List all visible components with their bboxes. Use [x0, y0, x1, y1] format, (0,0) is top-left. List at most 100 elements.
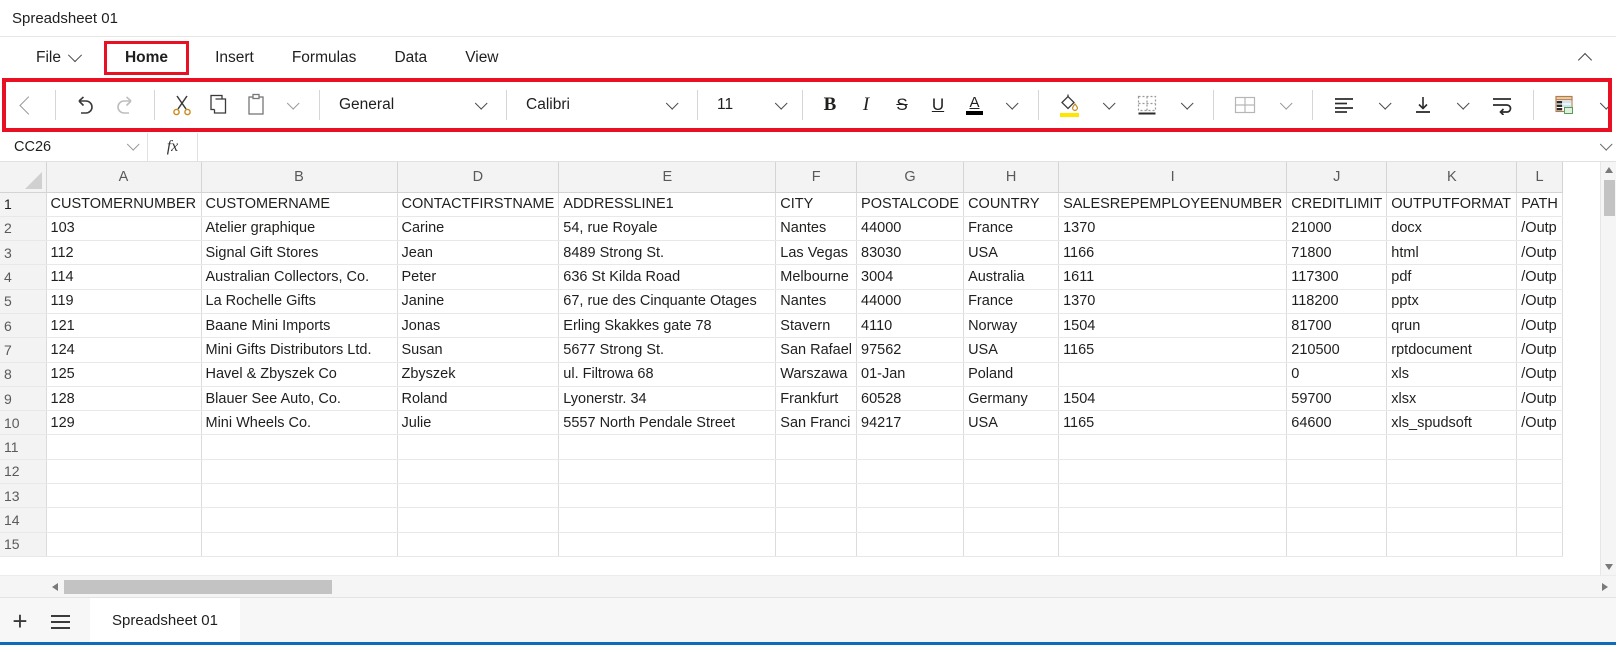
grid-cell[interactable]: /Outp	[1516, 240, 1563, 266]
grid-cell[interactable]	[1516, 483, 1563, 509]
grid-cell[interactable]: Frankfurt	[775, 386, 858, 412]
grid-cell[interactable]	[1516, 434, 1563, 460]
column-header-l[interactable]: L	[1516, 162, 1563, 193]
grid-cell[interactable]	[856, 459, 965, 485]
select-all-corner[interactable]	[0, 162, 47, 193]
underline-button[interactable]: U	[920, 85, 956, 125]
grid-cell[interactable]: Roland	[397, 386, 560, 412]
vertical-scrollbar[interactable]	[1600, 162, 1616, 575]
horizontal-scrollbar-thumb[interactable]	[64, 579, 332, 594]
grid-cell[interactable]: 54, rue Royale	[558, 216, 777, 242]
grid-cell[interactable]: Blauer See Auto, Co.	[201, 386, 398, 412]
column-header-k[interactable]: K	[1386, 162, 1518, 193]
grid-cell[interactable]: 01-Jan	[856, 362, 965, 387]
grid-cell[interactable]	[1386, 532, 1518, 557]
grid-cell[interactable]	[1286, 434, 1388, 460]
chevron-up-icon[interactable]	[1577, 51, 1594, 67]
grid-cell[interactable]	[963, 532, 1060, 557]
grid-cell[interactable]: docx	[1386, 216, 1518, 242]
grid-cell[interactable]: /Outp	[1516, 313, 1563, 339]
column-header-f[interactable]: F	[775, 162, 858, 193]
grid-cell[interactable]: Havel & Zbyszek Co	[201, 362, 398, 387]
grid-cell[interactable]: Erling Skakkes gate 78	[558, 313, 777, 339]
grid-cell[interactable]: Baane Mini Imports	[201, 313, 398, 339]
grid-cell[interactable]	[1058, 532, 1288, 557]
merge-cells-button[interactable]	[1223, 85, 1267, 125]
grid-cell[interactable]: Melbourne	[775, 264, 858, 290]
borders-button[interactable]	[1126, 85, 1168, 125]
fill-color-button[interactable]	[1048, 85, 1090, 125]
grid-cell[interactable]: Germany	[963, 386, 1060, 412]
column-header-g[interactable]: G	[856, 162, 965, 193]
grid-cell[interactable]	[775, 507, 858, 533]
grid-cell[interactable]: San Franci	[775, 410, 858, 436]
row-header[interactable]: 10	[0, 410, 47, 436]
grid-cell[interactable]: 112	[46, 240, 202, 266]
grid-cell[interactable]	[1058, 507, 1288, 533]
grid-cell[interactable]	[775, 459, 858, 485]
grid-cell[interactable]	[46, 507, 202, 533]
grid-cell[interactable]: /Outp	[1516, 410, 1563, 436]
grid-cell[interactable]: 103	[46, 216, 202, 242]
grid-cell[interactable]: 5677 Strong St.	[558, 337, 777, 363]
grid-cell[interactable]: rptdocument	[1386, 337, 1518, 363]
grid-cell[interactable]: Nantes	[775, 216, 858, 242]
grid-cell[interactable]	[963, 434, 1060, 460]
grid-cell[interactable]: 1611	[1058, 264, 1288, 290]
row-header[interactable]: 12	[0, 459, 47, 485]
grid-cell[interactable]: Jonas	[397, 313, 560, 339]
grid-cell[interactable]: /Outp	[1516, 337, 1563, 363]
grid-cell[interactable]: USA	[963, 337, 1060, 363]
grid-cell[interactable]	[558, 434, 777, 460]
grid-cell[interactable]	[856, 483, 965, 509]
grid-cell[interactable]: xls	[1386, 362, 1518, 387]
grid-cell[interactable]: OUTPUTFORMAT	[1386, 192, 1518, 217]
grid-cell[interactable]	[1516, 507, 1563, 533]
grid-cell[interactable]	[856, 434, 965, 460]
grid-cell[interactable]: 94217	[856, 410, 965, 436]
row-header[interactable]: 5	[0, 289, 47, 314]
column-header-a[interactable]: A	[46, 162, 202, 193]
expand-formula-bar-button[interactable]	[1594, 138, 1616, 151]
column-header-j[interactable]: J	[1286, 162, 1388, 193]
grid-cell[interactable]: USA	[963, 240, 1060, 266]
grid-cell[interactable]: 0	[1286, 362, 1388, 387]
grid-cell[interactable]	[1058, 459, 1288, 485]
strikethrough-button[interactable]: S	[884, 85, 920, 125]
formula-input[interactable]	[198, 133, 1594, 161]
grid-cell[interactable]: 5557 North Pendale Street	[558, 410, 777, 436]
scroll-down-arrow-icon[interactable]	[1601, 559, 1616, 575]
grid-cell[interactable]: 21000	[1286, 216, 1388, 242]
grid-cell[interactable]: Carine	[397, 216, 560, 242]
grid-cell[interactable]	[1386, 507, 1518, 533]
grid-cell[interactable]	[1058, 434, 1288, 460]
merge-cells-dropdown[interactable]	[1267, 85, 1303, 125]
font-family-select[interactable]: Calibri	[516, 88, 688, 122]
row-header[interactable]: 1	[0, 192, 47, 217]
grid-cell[interactable]: /Outp	[1516, 264, 1563, 290]
undo-button[interactable]	[65, 85, 105, 125]
grid-cell[interactable]: 44000	[856, 289, 965, 314]
grid-cell[interactable]	[775, 483, 858, 509]
grid-cell[interactable]: 121	[46, 313, 202, 339]
grid-cell[interactable]: 114	[46, 264, 202, 290]
fill-color-dropdown[interactable]	[1090, 85, 1126, 125]
grid-cell[interactable]: 83030	[856, 240, 965, 266]
paste-options-dropdown[interactable]	[274, 85, 310, 125]
grid-cell[interactable]: Jean	[397, 240, 560, 266]
grid-cell[interactable]: Mini Gifts Distributors Ltd.	[201, 337, 398, 363]
grid-cell[interactable]: xlsx	[1386, 386, 1518, 412]
horizontal-align-button[interactable]	[1322, 85, 1366, 125]
column-header-b[interactable]: B	[201, 162, 398, 193]
sheet-tab-spreadsheet-01[interactable]: Spreadsheet 01	[90, 598, 240, 645]
grid-cell[interactable]	[1286, 459, 1388, 485]
grid-cell[interactable]: Mini Wheels Co.	[201, 410, 398, 436]
grid-cell[interactable]: 1165	[1058, 410, 1288, 436]
grid-cell[interactable]: 64600	[1286, 410, 1388, 436]
grid-cell[interactable]: 59700	[1286, 386, 1388, 412]
menu-item-data[interactable]: Data	[380, 43, 441, 73]
menu-item-insert[interactable]: Insert	[201, 43, 268, 73]
grid-cell[interactable]	[397, 507, 560, 533]
grid-cell[interactable]	[1386, 434, 1518, 460]
grid-cell[interactable]: CREDITLIMIT	[1286, 192, 1388, 217]
